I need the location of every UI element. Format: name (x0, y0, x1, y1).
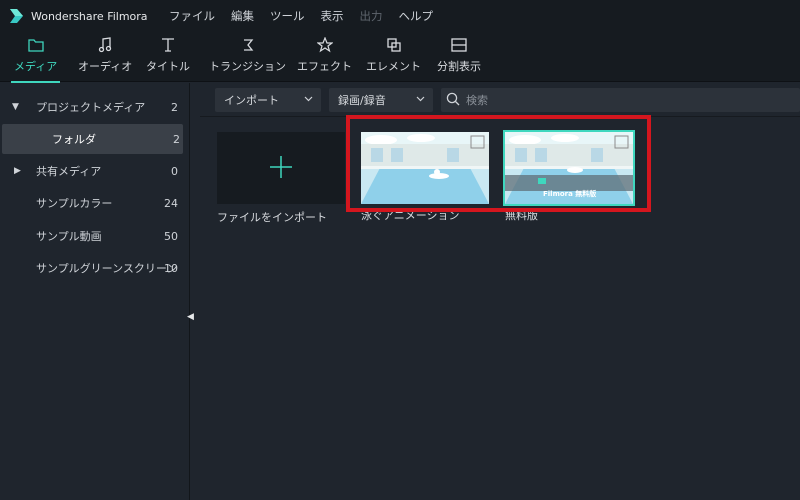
import-media-tile[interactable] (217, 132, 345, 204)
tab-split-screen[interactable]: 分割表示 (437, 36, 481, 78)
sidebar-item-count: 10 (164, 261, 178, 275)
element-icon (386, 36, 402, 54)
search-icon (446, 92, 460, 109)
search-box[interactable] (441, 88, 800, 112)
app-title: Wondershare Filmora (31, 9, 148, 23)
menu-bar: ファイル 編集 ツール 表示 出力 ヘルプ (169, 8, 449, 24)
sidebar-item-count: 2 (171, 100, 178, 114)
sidebar-item-label: 共有メディア (36, 165, 102, 178)
sidebar-item-label: サンプル動画 (36, 230, 102, 243)
chevron-down-icon (416, 93, 425, 106)
effects-icon (316, 36, 333, 54)
tab-effects[interactable]: エフェクト (297, 36, 352, 78)
transition-icon (241, 36, 255, 54)
media-library-panel: インポート 録画/録音 ファイルをインポート (200, 83, 800, 500)
tab-titles-label: タイトル (146, 60, 190, 73)
filter-bar: インポート 録画/録音 (200, 83, 800, 117)
sidebar-item-count: 24 (164, 196, 178, 210)
import-dropdown-label: インポート (224, 94, 279, 107)
menu-view[interactable]: 表示 (321, 8, 344, 24)
folder-icon (27, 36, 44, 54)
tab-elements-label: エレメント (366, 60, 421, 73)
sidebar-item-sample-video[interactable]: サンプル動画 50 (0, 222, 190, 250)
sidebar-item-sample-green-screen[interactable]: サンプルグリーンスクリーン 10 (0, 254, 190, 282)
split-screen-icon (451, 36, 467, 54)
tab-effects-label: エフェクト (297, 60, 352, 73)
expand-arrow-icon[interactable]: ▼ (12, 102, 19, 112)
music-note-icon (98, 36, 112, 54)
menu-help[interactable]: ヘルプ (399, 8, 434, 24)
tab-transitions[interactable]: トランジション (209, 36, 286, 78)
sidebar-item-sample-colors[interactable]: サンプルカラー 24 (0, 189, 190, 217)
menu-edit[interactable]: 編集 (231, 8, 254, 24)
sidebar-item-shared-media[interactable]: ▶ 共有メディア 0 (0, 157, 190, 185)
highlight-annotation (346, 115, 651, 212)
import-dropdown[interactable]: インポート (215, 88, 321, 112)
sidebar-item-count: 0 (171, 164, 178, 178)
menu-export: 出力 (359, 9, 383, 23)
tab-transitions-label: トランジション (209, 60, 286, 73)
sidebar-item-label: プロジェクトメディア (36, 101, 146, 114)
sidebar-item-label: サンプルグリーンスクリーン (36, 262, 178, 275)
search-input[interactable] (466, 93, 766, 107)
chevron-down-icon (304, 93, 313, 106)
main-toolbar: メディア オーディオ タイトル トランジション エフェクト エレメント 分割表示 (0, 32, 800, 83)
sidebar-item-label: フォルダ (52, 133, 96, 146)
tab-media[interactable]: メディア (11, 36, 61, 83)
sidebar-item-folder[interactable]: フォルダ 2 (2, 124, 183, 154)
sidebar-item-count: 50 (164, 229, 178, 243)
tab-audio[interactable]: オーディオ (78, 36, 132, 78)
record-dropdown-label: 録画/録音 (338, 94, 386, 107)
media-sidebar: ▼ プロジェクトメディア 2 フォルダ 2 ▶ 共有メディア 0 サンプルカラー… (0, 83, 190, 500)
text-icon (161, 36, 175, 54)
menu-file[interactable]: ファイル (169, 8, 215, 24)
collapse-sidebar-icon[interactable]: ◀ (187, 312, 197, 324)
tab-split-screen-label: 分割表示 (437, 60, 481, 73)
sidebar-item-count: 2 (173, 132, 180, 146)
title-bar: Wondershare Filmora ファイル 編集 ツール 表示 出力 ヘル… (0, 0, 800, 32)
sidebar-item-project-media[interactable]: ▼ プロジェクトメディア 2 (0, 93, 190, 121)
menu-tools[interactable]: ツール (270, 8, 305, 24)
filmora-logo-icon (8, 8, 24, 24)
tab-media-label: メディア (14, 60, 58, 73)
tab-audio-label: オーディオ (78, 60, 133, 73)
collapse-arrow-icon[interactable]: ▶ (14, 166, 21, 176)
record-dropdown[interactable]: 録画/録音 (329, 88, 433, 112)
sidebar-item-label: サンプルカラー (36, 197, 113, 210)
tab-elements[interactable]: エレメント (366, 36, 421, 78)
import-media-label: ファイルをインポート (217, 211, 327, 224)
tab-titles[interactable]: タイトル (146, 36, 190, 78)
plus-icon (269, 155, 293, 182)
